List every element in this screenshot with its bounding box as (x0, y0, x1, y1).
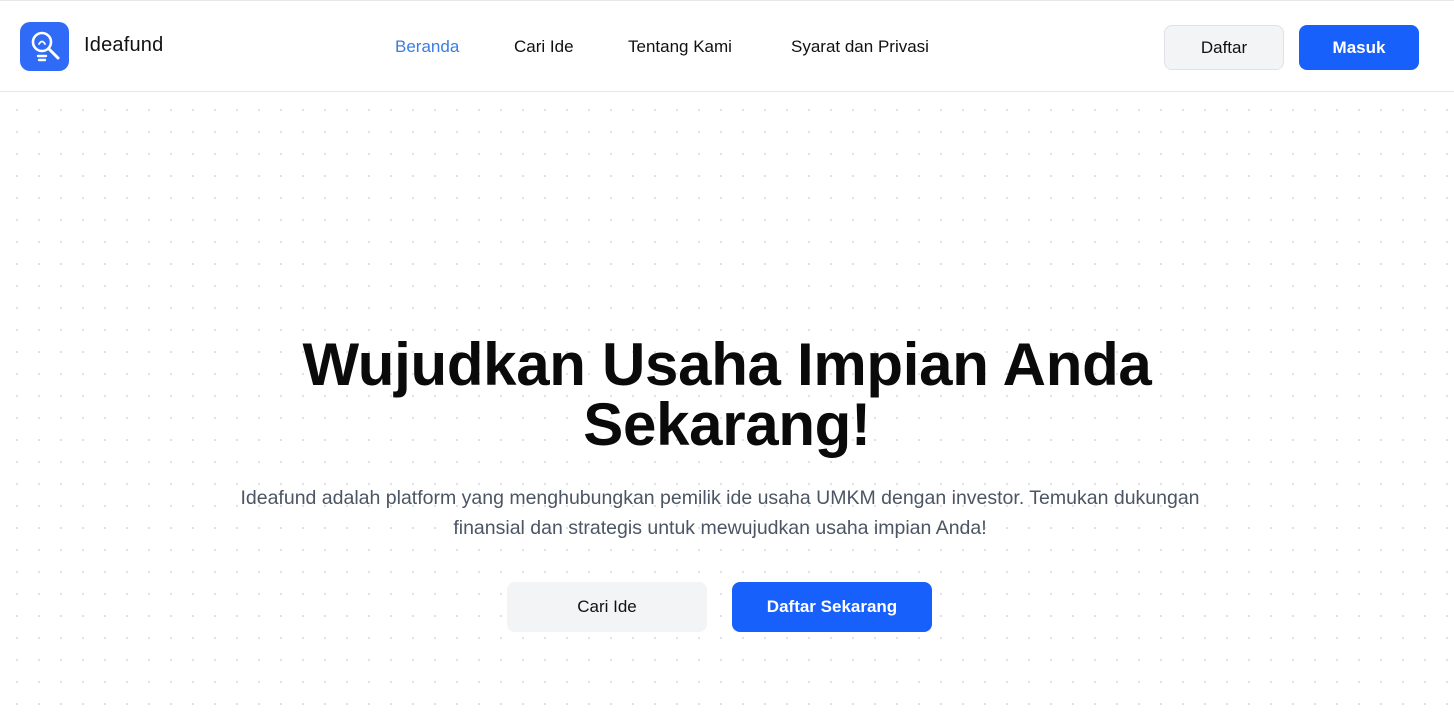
nav-item-syarat-dan-privasi[interactable]: Syarat dan Privasi (791, 37, 929, 57)
hero-title-line-2: Sekarang! (583, 391, 871, 458)
nav-item-tentang-kami[interactable]: Tentang Kami (628, 37, 732, 57)
find-idea-button[interactable]: Cari Ide (507, 582, 707, 632)
brand-name[interactable]: Ideafund (84, 34, 163, 57)
hero-description-line-1: Ideafund adalah platform yang menghubung… (240, 487, 1200, 509)
top-navbar: Ideafund Beranda Cari Ide Tentang Kami S… (0, 0, 1454, 92)
hero-title: Wujudkan Usaha Impian Anda Sekarang! (227, 335, 1227, 455)
lightbulb-search-icon (31, 31, 60, 62)
login-button[interactable]: Masuk (1299, 25, 1419, 70)
nav-item-cari-ide[interactable]: Cari Ide (514, 37, 574, 57)
hero-description: Ideafund adalah platform yang menghubung… (177, 483, 1263, 543)
hero-section: Wujudkan Usaha Impian Anda Sekarang! Ide… (0, 93, 1454, 715)
hero-title-line-1: Wujudkan Usaha Impian Anda (302, 331, 1152, 398)
register-now-button[interactable]: Daftar Sekarang (732, 582, 932, 632)
hero-description-line-2: finansial dan strategis untuk mewujudkan… (453, 517, 987, 539)
page: Ideafund Beranda Cari Ide Tentang Kami S… (0, 0, 1454, 715)
logo[interactable] (20, 22, 69, 71)
nav-item-beranda[interactable]: Beranda (395, 37, 459, 57)
register-button[interactable]: Daftar (1164, 25, 1284, 70)
